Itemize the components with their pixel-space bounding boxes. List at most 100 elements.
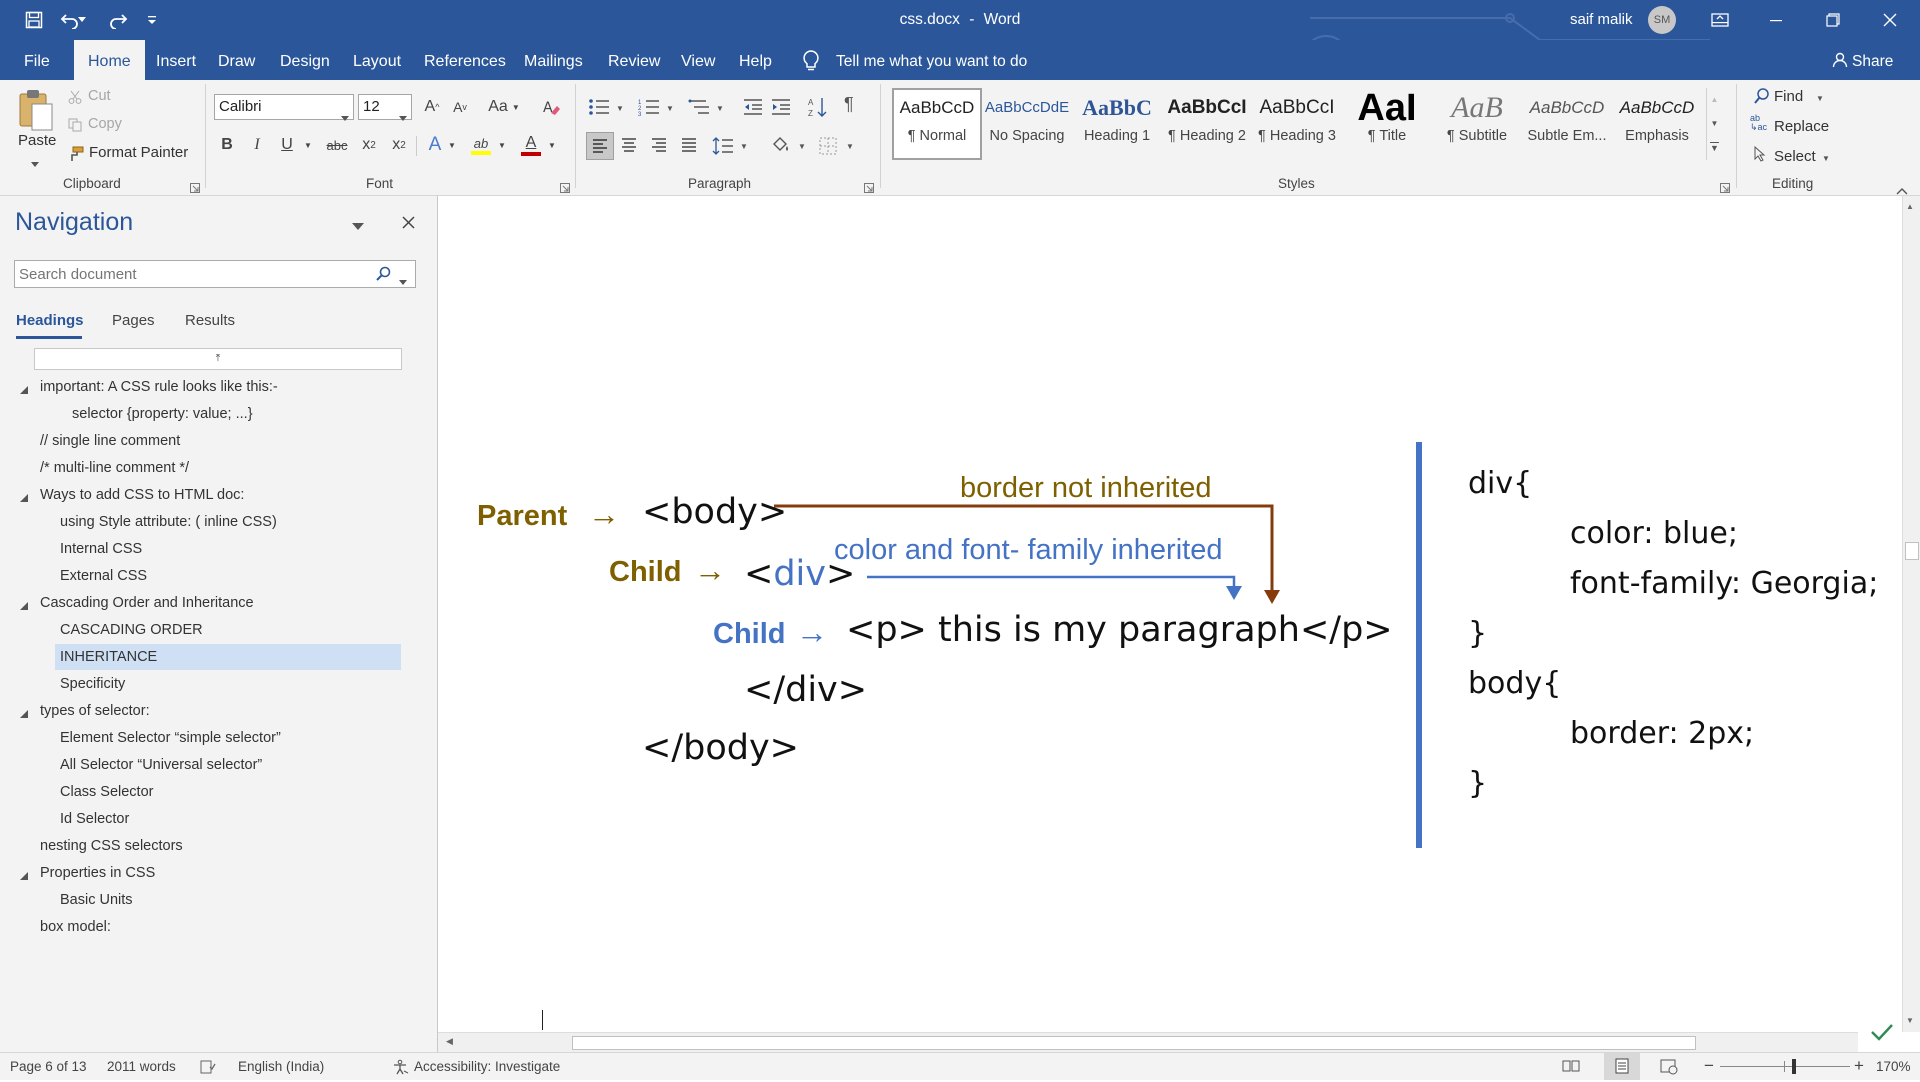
font-size-combo[interactable]: 12 <box>358 94 412 121</box>
scroll-down-icon[interactable]: ▼ <box>1906 1016 1914 1025</box>
close-icon[interactable] <box>1878 8 1902 32</box>
numbering-icon[interactable]: 123 <box>638 98 660 120</box>
font-color-dropdown-icon[interactable]: ▼ <box>546 132 558 158</box>
clear-formatting-icon[interactable]: A <box>538 94 564 120</box>
zoom-level[interactable]: 170% <box>1876 1059 1911 1074</box>
collapse-triangle-icon[interactable] <box>19 706 29 718</box>
paste-dropdown-icon[interactable] <box>31 154 39 171</box>
nav-options-icon[interactable] <box>352 218 364 235</box>
tab-help[interactable]: Help <box>739 40 772 80</box>
vertical-scrollbar[interactable]: ▲ ▼ <box>1902 196 1920 1032</box>
select-dropdown-icon[interactable]: ▼ <box>1822 154 1830 163</box>
minimize-icon[interactable] <box>1764 8 1788 32</box>
horizontal-scroll-thumb[interactable] <box>572 1036 1696 1050</box>
style-heading-1[interactable]: AaBbC Heading 1 <box>1073 88 1161 158</box>
nav-heading-item[interactable]: Internal CSS <box>60 536 142 562</box>
align-right-icon[interactable] <box>646 132 674 160</box>
shading-dropdown-icon[interactable]: ▼ <box>798 142 806 151</box>
font-name-combo[interactable]: Calibri <box>214 94 354 121</box>
tab-layout[interactable]: Layout <box>353 40 401 80</box>
line-spacing-icon[interactable] <box>712 136 734 160</box>
superscript-button[interactable]: x2 <box>386 132 412 158</box>
clipboard-launcher-icon[interactable] <box>190 180 200 197</box>
nav-heading-item[interactable]: External CSS <box>60 563 147 589</box>
paste-icon[interactable] <box>16 88 56 132</box>
tab-view[interactable]: View <box>681 40 715 80</box>
find-button[interactable]: Find <box>1774 88 1803 105</box>
tell-me-search[interactable]: Tell me what you want to do <box>836 40 1027 80</box>
paste-button[interactable]: Paste <box>18 132 56 149</box>
decrease-indent-icon[interactable] <box>742 98 764 120</box>
tab-references[interactable]: References <box>424 40 506 80</box>
nav-heading-item[interactable]: CASCADING ORDER <box>60 617 203 643</box>
select-button[interactable]: Select <box>1774 148 1816 165</box>
collapse-triangle-icon[interactable] <box>19 490 29 502</box>
multilevel-list-icon[interactable] <box>688 98 710 120</box>
search-dropdown-icon[interactable] <box>399 272 407 289</box>
nav-heading-item[interactable]: Class Selector <box>60 779 153 805</box>
replace-button[interactable]: Replace <box>1774 118 1829 135</box>
change-case-button[interactable]: Aa ▼ <box>484 94 524 120</box>
styles-scroll[interactable]: ▲ ▼ ▼ <box>1706 88 1722 160</box>
bullets-icon[interactable] <box>588 98 610 120</box>
share-button[interactable]: Share <box>1852 40 1893 80</box>
redo-icon[interactable] <box>106 8 130 32</box>
multilevel-dropdown-icon[interactable]: ▼ <box>716 104 724 113</box>
tab-insert[interactable]: Insert <box>156 40 196 80</box>
copy-button[interactable]: Copy <box>88 116 122 132</box>
restore-icon[interactable] <box>1821 8 1845 32</box>
underline-button[interactable]: U <box>276 132 298 158</box>
collapse-triangle-icon[interactable] <box>19 382 29 394</box>
find-dropdown-icon[interactable]: ▼ <box>1816 94 1824 103</box>
highlight-dropdown-icon[interactable]: ▼ <box>496 132 508 158</box>
language-indicator[interactable]: English (India) <box>238 1059 324 1074</box>
nav-close-icon[interactable] <box>402 216 415 233</box>
styles-scroll-down-icon[interactable]: ▼ <box>1707 112 1722 136</box>
undo-dropdown-icon[interactable] <box>76 8 88 32</box>
styles-more-icon[interactable]: ▼ <box>1707 136 1722 160</box>
zoom-in-button[interactable]: + <box>1854 1056 1864 1076</box>
style-heading-2[interactable]: AaBbCcI ¶ Heading 2 <box>1163 88 1251 158</box>
shading-icon[interactable] <box>770 134 792 160</box>
customize-toolbar-icon[interactable] <box>144 8 160 32</box>
tab-review[interactable]: Review <box>608 40 660 80</box>
ribbon-display-options-icon[interactable] <box>1708 8 1732 32</box>
sort-icon[interactable]: AZ <box>808 96 828 122</box>
style-normal[interactable]: AaBbCcD ¶ Normal <box>893 88 981 158</box>
nav-heading-item[interactable]: using Style attribute: ( inline CSS) <box>60 509 277 535</box>
nav-tab-results[interactable]: Results <box>185 312 235 329</box>
borders-icon[interactable] <box>818 136 838 160</box>
nav-heading-item[interactable]: INHERITANCE <box>60 644 157 670</box>
highlight-button[interactable]: ab <box>468 130 494 160</box>
vertical-scroll-thumb[interactable] <box>1905 542 1919 560</box>
search-icon[interactable] <box>375 266 391 286</box>
styles-scroll-up-icon[interactable]: ▲ <box>1707 88 1722 112</box>
read-mode-icon[interactable] <box>1562 1059 1580 1076</box>
nav-heading-item[interactable]: Ways to add CSS to HTML doc: <box>40 482 244 508</box>
style-subtle-emphasis[interactable]: AaBbCcD Subtle Em... <box>1523 88 1611 158</box>
align-center-icon[interactable] <box>616 132 644 160</box>
nav-heading-item[interactable]: // single line comment <box>40 428 180 454</box>
zoom-out-button[interactable]: − <box>1704 1056 1714 1076</box>
nav-heading-item[interactable]: types of selector: <box>40 698 150 724</box>
numbering-dropdown-icon[interactable]: ▼ <box>666 104 674 113</box>
style-title[interactable]: AaI ¶ Title <box>1343 88 1431 158</box>
nav-heading-item[interactable]: Element Selector “simple selector” <box>60 725 281 751</box>
cut-button[interactable]: Cut <box>88 88 111 104</box>
style-no-spacing[interactable]: AaBbCcDdE No Spacing <box>983 88 1071 158</box>
scroll-up-icon[interactable]: ▲ <box>1906 202 1914 211</box>
nav-heading-item[interactable]: nesting CSS selectors <box>40 833 183 859</box>
word-count[interactable]: 2011 words <box>107 1059 176 1074</box>
style-heading-3[interactable]: AaBbCcI ¶ Heading 3 <box>1253 88 1341 158</box>
strikethrough-button[interactable]: abc <box>322 132 352 158</box>
justify-icon[interactable] <box>676 132 704 160</box>
italic-button[interactable]: I <box>246 132 268 158</box>
increase-indent-icon[interactable] <box>770 98 792 120</box>
bold-button[interactable]: B <box>216 132 238 158</box>
save-icon[interactable] <box>22 8 46 32</box>
collapse-triangle-icon[interactable] <box>19 868 29 880</box>
scroll-left-icon[interactable]: ◀ <box>446 1036 453 1047</box>
bullets-dropdown-icon[interactable]: ▼ <box>616 104 624 113</box>
zoom-slider-thumb[interactable] <box>1792 1059 1796 1074</box>
nav-heading-item[interactable]: Id Selector <box>60 806 129 832</box>
